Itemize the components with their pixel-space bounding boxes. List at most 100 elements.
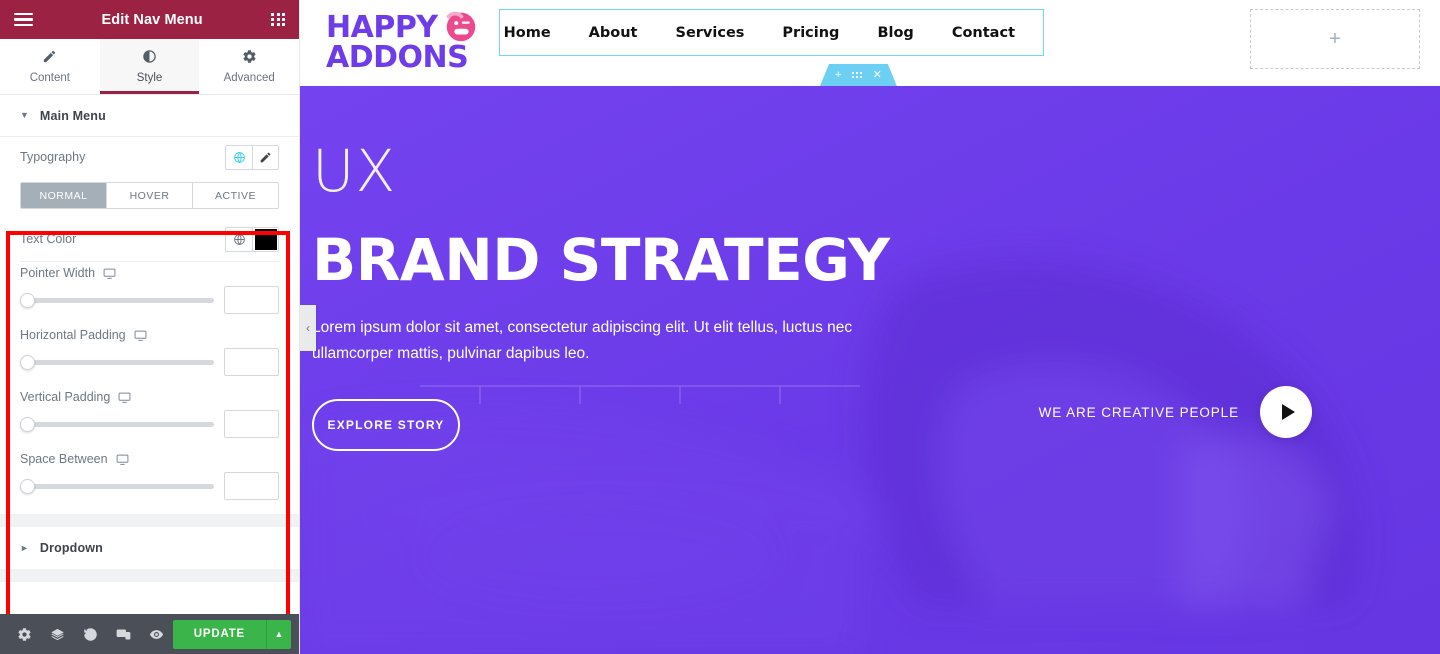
slider-control-horizontal-padding: Horizontal Padding	[20, 328, 279, 390]
tab-content[interactable]: Content	[0, 39, 100, 94]
panel-title: Edit Nav Menu	[101, 11, 203, 28]
close-x-icon[interactable]: ✕	[873, 70, 882, 81]
typography-label: Typography	[20, 150, 86, 164]
add-widget-dropzone[interactable]: +	[1250, 9, 1420, 69]
half-circle-contrast-icon	[142, 49, 157, 67]
plus-icon[interactable]: +	[835, 70, 841, 81]
typography-buttons	[225, 144, 279, 170]
section-gap	[0, 514, 299, 527]
chevron-down-icon: ▼	[20, 110, 29, 120]
pointer-width-label-wrap: Pointer Width	[20, 266, 279, 280]
chevron-right-icon: ►	[20, 542, 29, 553]
control-divider	[20, 261, 279, 262]
layers-icon[interactable]	[41, 614, 74, 654]
nav-menu-widget[interactable]: Home About Services Pricing Blog Contact	[499, 9, 1044, 56]
pointer-width-slider[interactable]	[20, 292, 214, 308]
horizontal-padding-input[interactable]	[224, 348, 279, 376]
space-between-label-wrap: Space Between	[20, 452, 279, 466]
history-icon[interactable]	[74, 614, 107, 654]
panel-collapse-handle[interactable]: ‹	[300, 305, 316, 351]
space-between-input[interactable]	[224, 472, 279, 500]
space-between-slider[interactable]	[20, 478, 214, 494]
nav-link-pricing[interactable]: Pricing	[782, 25, 839, 41]
horizontal-padding-slider-row	[20, 342, 279, 390]
tab-content-label: Content	[29, 72, 70, 84]
hero-title: BRAND STRATEGY	[312, 226, 890, 294]
section-main-menu[interactable]: ▼ Main Menu	[0, 95, 299, 137]
state-tab-active[interactable]: ACTIVE	[192, 183, 278, 208]
tab-advanced[interactable]: Advanced	[199, 39, 300, 94]
hero-content: UX BRAND STRATEGY Lorem ipsum dolor sit …	[300, 86, 1440, 654]
element-edit-toolbar: + ✕	[820, 64, 897, 86]
horizontal-padding-slider[interactable]	[20, 354, 214, 370]
desktop-icon[interactable]	[103, 267, 116, 280]
pointer-width-label: Pointer Width	[20, 266, 96, 280]
globe-icon[interactable]	[226, 145, 252, 169]
nav-link-about[interactable]: About	[589, 25, 638, 41]
hero-eyebrow: UX	[312, 137, 397, 205]
desktop-icon[interactable]	[118, 391, 131, 404]
update-button-group: UPDATE ▲	[172, 619, 291, 649]
state-tab-hover[interactable]: HOVER	[106, 183, 192, 208]
panel-controls-scroll: ▼ Main Menu Typography NORMAL HOVER ACTI…	[0, 95, 299, 614]
slider-control-pointer-width: Pointer Width	[20, 266, 279, 328]
hero-section: UX BRAND STRATEGY Lorem ipsum dolor sit …	[300, 86, 1440, 654]
update-button[interactable]: UPDATE	[172, 619, 266, 649]
gear-icon	[242, 49, 257, 67]
explore-story-button[interactable]: EXPLORE STORY	[312, 398, 460, 451]
text-color-label: Text Color	[20, 232, 77, 246]
pencil-icon	[42, 49, 57, 67]
logo-line-1: HAPPY	[326, 10, 438, 45]
responsive-mode-icon[interactable]	[107, 614, 140, 654]
section-gap-bottom	[0, 569, 299, 582]
desktop-icon[interactable]	[134, 329, 147, 342]
slider-control-space-between: Space Between	[20, 452, 279, 514]
tab-style-label: Style	[136, 72, 163, 84]
hamburger-menu-icon[interactable]	[14, 12, 33, 27]
editor-panel: Edit Nav Menu Content Style Advanced ▼ M…	[0, 0, 300, 654]
vertical-padding-input[interactable]	[224, 410, 279, 438]
gear-icon[interactable]	[8, 614, 41, 654]
nav-link-blog[interactable]: Blog	[877, 25, 913, 41]
site-header: HAPPY ADDONS Home About Services Pricing…	[300, 0, 1440, 86]
chevron-up-icon[interactable]: ▲	[266, 619, 291, 649]
text-color-row: Text Color	[20, 219, 279, 259]
space-between-label: Space Between	[20, 452, 108, 466]
drag-handle-icon[interactable]	[852, 72, 861, 78]
pencil-edit-icon[interactable]	[252, 145, 278, 169]
tab-advanced-label: Advanced	[223, 72, 275, 84]
state-tab-group: NORMAL HOVER ACTIVE	[20, 182, 279, 209]
tab-style[interactable]: Style	[99, 39, 200, 94]
site-preview: HAPPY ADDONS Home About Services Pricing…	[300, 0, 1440, 654]
nav-link-contact[interactable]: Contact	[952, 25, 1015, 41]
horizontal-padding-label: Horizontal Padding	[20, 328, 126, 342]
vertical-padding-slider-row	[20, 404, 279, 452]
desktop-icon[interactable]	[116, 453, 129, 466]
section-dropdown[interactable]: ► Dropdown	[0, 527, 299, 569]
vertical-padding-slider[interactable]	[20, 416, 214, 432]
panel-tab-bar: Content Style Advanced	[0, 39, 300, 95]
pointer-width-slider-row	[20, 280, 279, 328]
eye-preview-icon[interactable]	[140, 614, 173, 654]
panel-footer: UPDATE ▲	[0, 614, 299, 654]
globe-icon[interactable]	[226, 227, 252, 251]
color-swatch-fill	[254, 228, 277, 250]
panel-header: Edit Nav Menu	[0, 0, 299, 39]
site-logo[interactable]: HAPPY ADDONS	[326, 10, 512, 75]
section-main-menu-label: Main Menu	[39, 108, 106, 123]
nav-link-home[interactable]: Home	[504, 25, 551, 41]
hero-description: Lorem ipsum dolor sit amet, consectetur …	[312, 318, 853, 362]
space-between-slider-row	[20, 466, 279, 514]
color-swatch[interactable]	[252, 227, 278, 251]
state-tab-normal[interactable]: NORMAL	[21, 183, 106, 208]
happy-face-icon	[442, 6, 480, 44]
play-icon[interactable]	[1260, 386, 1312, 438]
grid-apps-icon[interactable]	[271, 12, 285, 27]
nav-link-services[interactable]: Services	[676, 25, 745, 41]
hero-video-cta: WE ARE CREATIVE PEOPLE	[1039, 386, 1312, 438]
typography-row: Typography	[20, 137, 279, 177]
pointer-width-input[interactable]	[224, 286, 279, 314]
logo-line-2: ADDONS	[326, 40, 469, 75]
horizontal-padding-label-wrap: Horizontal Padding	[20, 328, 279, 342]
hero-side-text: WE ARE CREATIVE PEOPLE	[1038, 404, 1239, 420]
